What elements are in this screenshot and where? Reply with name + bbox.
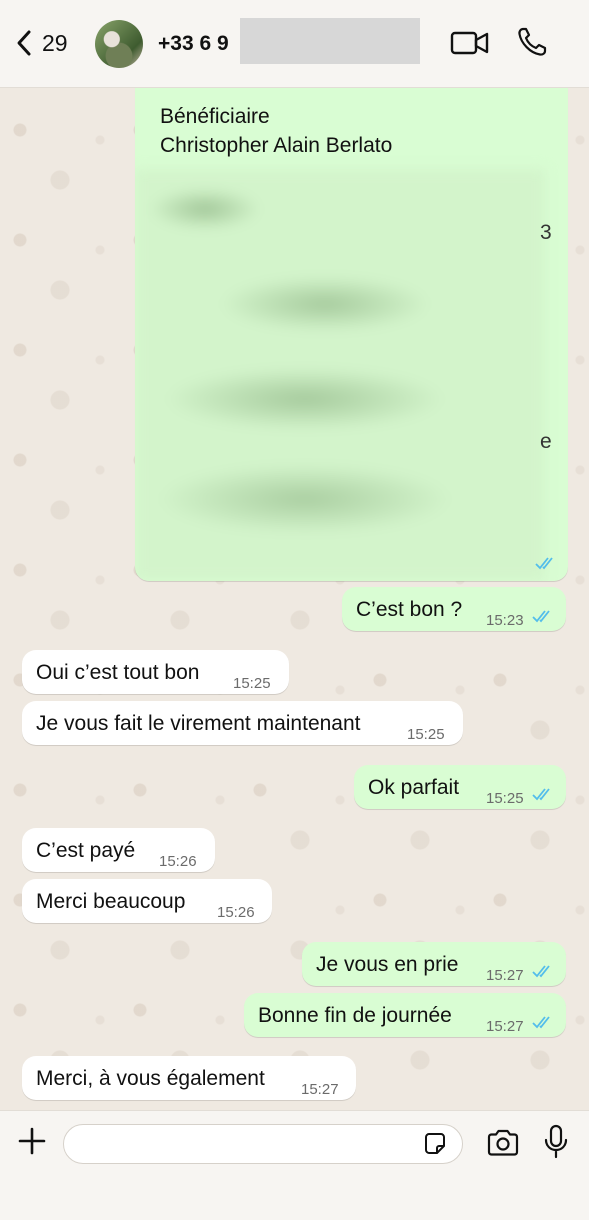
sticker-icon[interactable] <box>422 1131 448 1157</box>
message-time: 15:25 <box>407 726 445 743</box>
message-bubble-incoming[interactable]: Merci beaucoup 15:26 <box>22 879 272 923</box>
image-fragment: e <box>540 430 552 453</box>
message-text: C’est payé <box>36 839 136 862</box>
message-text: C’est bon ? <box>356 598 463 621</box>
blurred-image <box>135 169 545 581</box>
video-camera-icon[interactable] <box>450 28 490 58</box>
message-bubble-outgoing[interactable]: Bonne fin de journée 15:27 <box>244 993 566 1037</box>
read-ticks-icon <box>532 1016 550 1029</box>
unread-count: 29 <box>42 29 68 56</box>
chevron-left-icon <box>17 30 31 56</box>
message-bubble-incoming[interactable]: Oui c’est tout bon 15:25 <box>22 650 289 694</box>
back-button[interactable]: 29 <box>14 28 68 58</box>
message-bubble-incoming[interactable]: Merci, à vous également 15:27 <box>22 1056 356 1100</box>
chat-header: 29 +33 6 9 <box>0 0 589 88</box>
read-ticks-icon <box>532 788 550 801</box>
message-bubble-incoming[interactable]: Je vous fait le virement maintenant 15:2… <box>22 701 463 745</box>
beneficiary-label: Bénéficiaire <box>160 105 270 128</box>
image-caption: Bénéficiaire Christopher Alain Berlato <box>160 102 392 160</box>
message-time: 15:23 <box>486 612 524 629</box>
contact-name[interactable]: +33 6 9 <box>158 32 229 56</box>
read-ticks-icon <box>535 557 553 570</box>
message-text: Bonne fin de journée <box>258 1004 452 1027</box>
message-time: 15:26 <box>159 853 197 870</box>
message-text: Merci, à vous également <box>36 1067 265 1090</box>
read-ticks-icon <box>532 610 550 623</box>
message-text: Merci beaucoup <box>36 890 186 913</box>
message-text: Je vous fait le virement maintenant <box>36 712 361 735</box>
image-message[interactable]: Bénéficiaire Christopher Alain Berlato 3… <box>135 74 568 581</box>
message-text: Oui c’est tout bon <box>36 661 200 684</box>
message-time: 15:27 <box>301 1081 339 1098</box>
avatar[interactable] <box>95 20 143 68</box>
beneficiary-name: Christopher Alain Berlato <box>160 134 393 157</box>
message-input[interactable] <box>63 1124 463 1164</box>
image-fragment: 3 <box>540 221 552 244</box>
message-time: 15:27 <box>486 1018 524 1035</box>
message-bubble-outgoing[interactable]: Ok parfait 15:25 <box>354 765 566 809</box>
message-time: 15:25 <box>486 790 524 807</box>
message-time: 15:26 <box>217 904 255 921</box>
microphone-icon[interactable] <box>544 1124 568 1160</box>
plus-icon[interactable] <box>18 1127 46 1155</box>
message-bubble-incoming[interactable]: C’est payé 15:26 <box>22 828 215 872</box>
message-time: 15:25 <box>233 675 271 692</box>
redacted-region <box>240 18 420 64</box>
phone-icon[interactable] <box>516 26 548 58</box>
message-bubble-outgoing[interactable]: Je vous en prie 15:27 <box>302 942 566 986</box>
message-bubble-outgoing[interactable]: C’est bon ? 15:23 <box>342 587 566 631</box>
message-text: Je vous en prie <box>316 953 459 976</box>
message-text: Ok parfait <box>368 776 460 799</box>
camera-icon[interactable] <box>486 1128 520 1158</box>
read-ticks-icon <box>532 965 550 978</box>
message-time: 15:27 <box>486 967 524 984</box>
